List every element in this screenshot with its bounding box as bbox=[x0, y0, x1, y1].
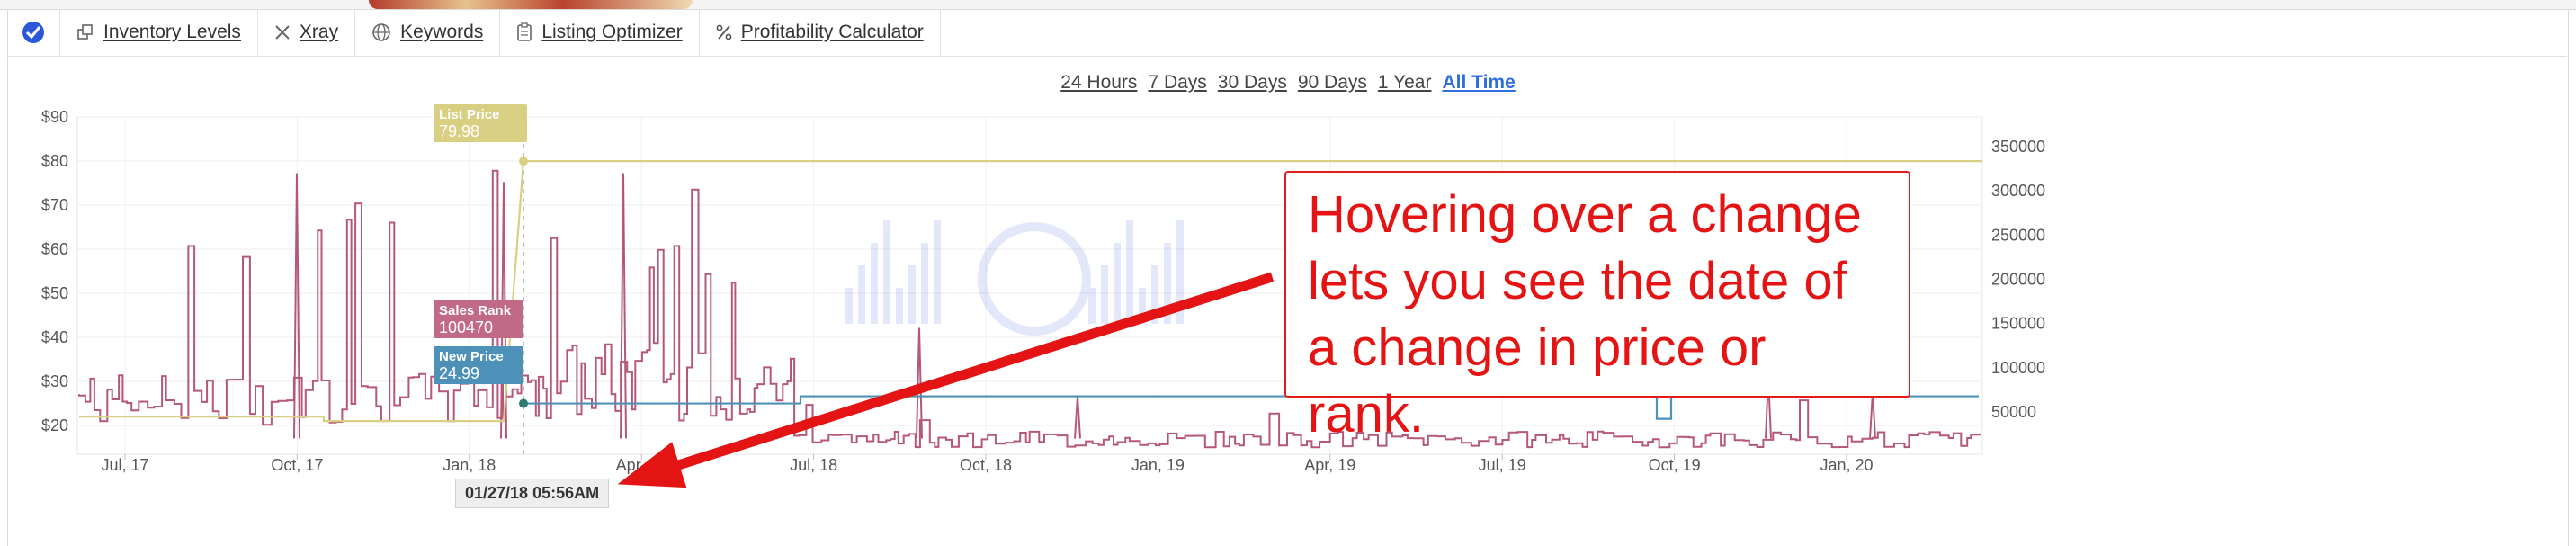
annotation-callout: Hovering over a change lets you see the … bbox=[1284, 171, 1910, 443]
y-left-tick-label: $80 bbox=[41, 152, 68, 170]
new-price-tooltip-value: 24.99 bbox=[439, 364, 480, 382]
new-price-tooltip: New Price 24.99 bbox=[434, 346, 523, 384]
x-tick-label: Jul, 18 bbox=[790, 456, 837, 474]
list-price-tooltip-value: 79.98 bbox=[439, 122, 480, 140]
y-right-tick-label: 250000 bbox=[1991, 226, 2045, 244]
callout-arrow bbox=[617, 272, 1275, 488]
watermark-bar bbox=[934, 220, 941, 324]
y-left-tick-label: $50 bbox=[41, 284, 68, 302]
y-left-tick-label: $40 bbox=[41, 328, 68, 346]
watermark-bar bbox=[858, 265, 865, 324]
watermark-bar bbox=[871, 243, 878, 324]
helium10-watermark bbox=[845, 220, 1184, 336]
y-axis-right: 50000 100000 150000 200000 250000 300000 35000… bbox=[1991, 138, 2045, 421]
x-tick-label: Jan, 18 bbox=[443, 456, 496, 474]
watermark-bar bbox=[896, 288, 903, 324]
y-left-tick-label: $60 bbox=[41, 240, 68, 258]
y-right-tick-label: 300000 bbox=[1991, 182, 2045, 200]
watermark-bar bbox=[921, 243, 928, 324]
x-tick-label: Oct, 18 bbox=[960, 456, 1012, 474]
watermark-bar bbox=[845, 288, 853, 324]
y-left-tick-label: $30 bbox=[41, 372, 68, 390]
x-tick-label: Jul, 17 bbox=[101, 456, 148, 474]
y-right-tick-label: 350000 bbox=[1991, 138, 2045, 156]
list-price-tooltip: List Price 79.98 bbox=[434, 104, 527, 142]
sales-rank-tooltip-label: Sales Rank bbox=[439, 303, 512, 318]
new-price-tooltip-label: New Price bbox=[439, 349, 504, 364]
y-left-tick-label: $90 bbox=[41, 108, 68, 126]
watermark-bar bbox=[883, 220, 890, 324]
y-axis-left: $20 $30 $40 $50 $60 $70 $80 $90 bbox=[41, 108, 68, 434]
x-tick-label: Oct, 17 bbox=[271, 456, 323, 474]
y-right-tick-label: 50000 bbox=[1991, 403, 2036, 421]
watermark-bar bbox=[1101, 265, 1108, 324]
watermark-bar bbox=[1088, 288, 1096, 324]
watermark-bar bbox=[1114, 243, 1121, 324]
x-tick-label: Apr, 19 bbox=[1304, 456, 1355, 474]
watermark-globe bbox=[978, 222, 1091, 336]
x-tick-label: Jan, 19 bbox=[1131, 456, 1185, 474]
y-left-tick-label: $20 bbox=[41, 416, 68, 434]
y-left-tick-label: $70 bbox=[41, 196, 68, 214]
x-axis: Jul, 17 Oct, 17 Jan, 18 Apr, 18 Jul, 18 Oct, … bbox=[101, 454, 1874, 474]
list-price-tooltip-label: List Price bbox=[439, 107, 500, 122]
list-price-marker bbox=[519, 157, 528, 166]
x-tick-label: Oct, 19 bbox=[1649, 456, 1701, 474]
y-right-tick-label: 100000 bbox=[1991, 359, 2045, 377]
watermark-bar bbox=[908, 265, 916, 324]
sales-rank-tooltip: Sales Rank 100470 bbox=[434, 300, 523, 338]
sales-rank-tooltip-value: 100470 bbox=[439, 318, 494, 336]
new-price-marker bbox=[519, 398, 528, 408]
new-price-series bbox=[523, 395, 1979, 420]
date-tooltip: 01/27/18 05:56AM bbox=[455, 479, 610, 508]
watermark-bar bbox=[1126, 220, 1133, 324]
x-tick-label: Jan, 20 bbox=[1820, 456, 1873, 474]
y-right-tick-label: 200000 bbox=[1991, 271, 2045, 289]
x-tick-label: Jul, 19 bbox=[1479, 456, 1526, 474]
y-right-tick-label: 150000 bbox=[1991, 315, 2045, 333]
